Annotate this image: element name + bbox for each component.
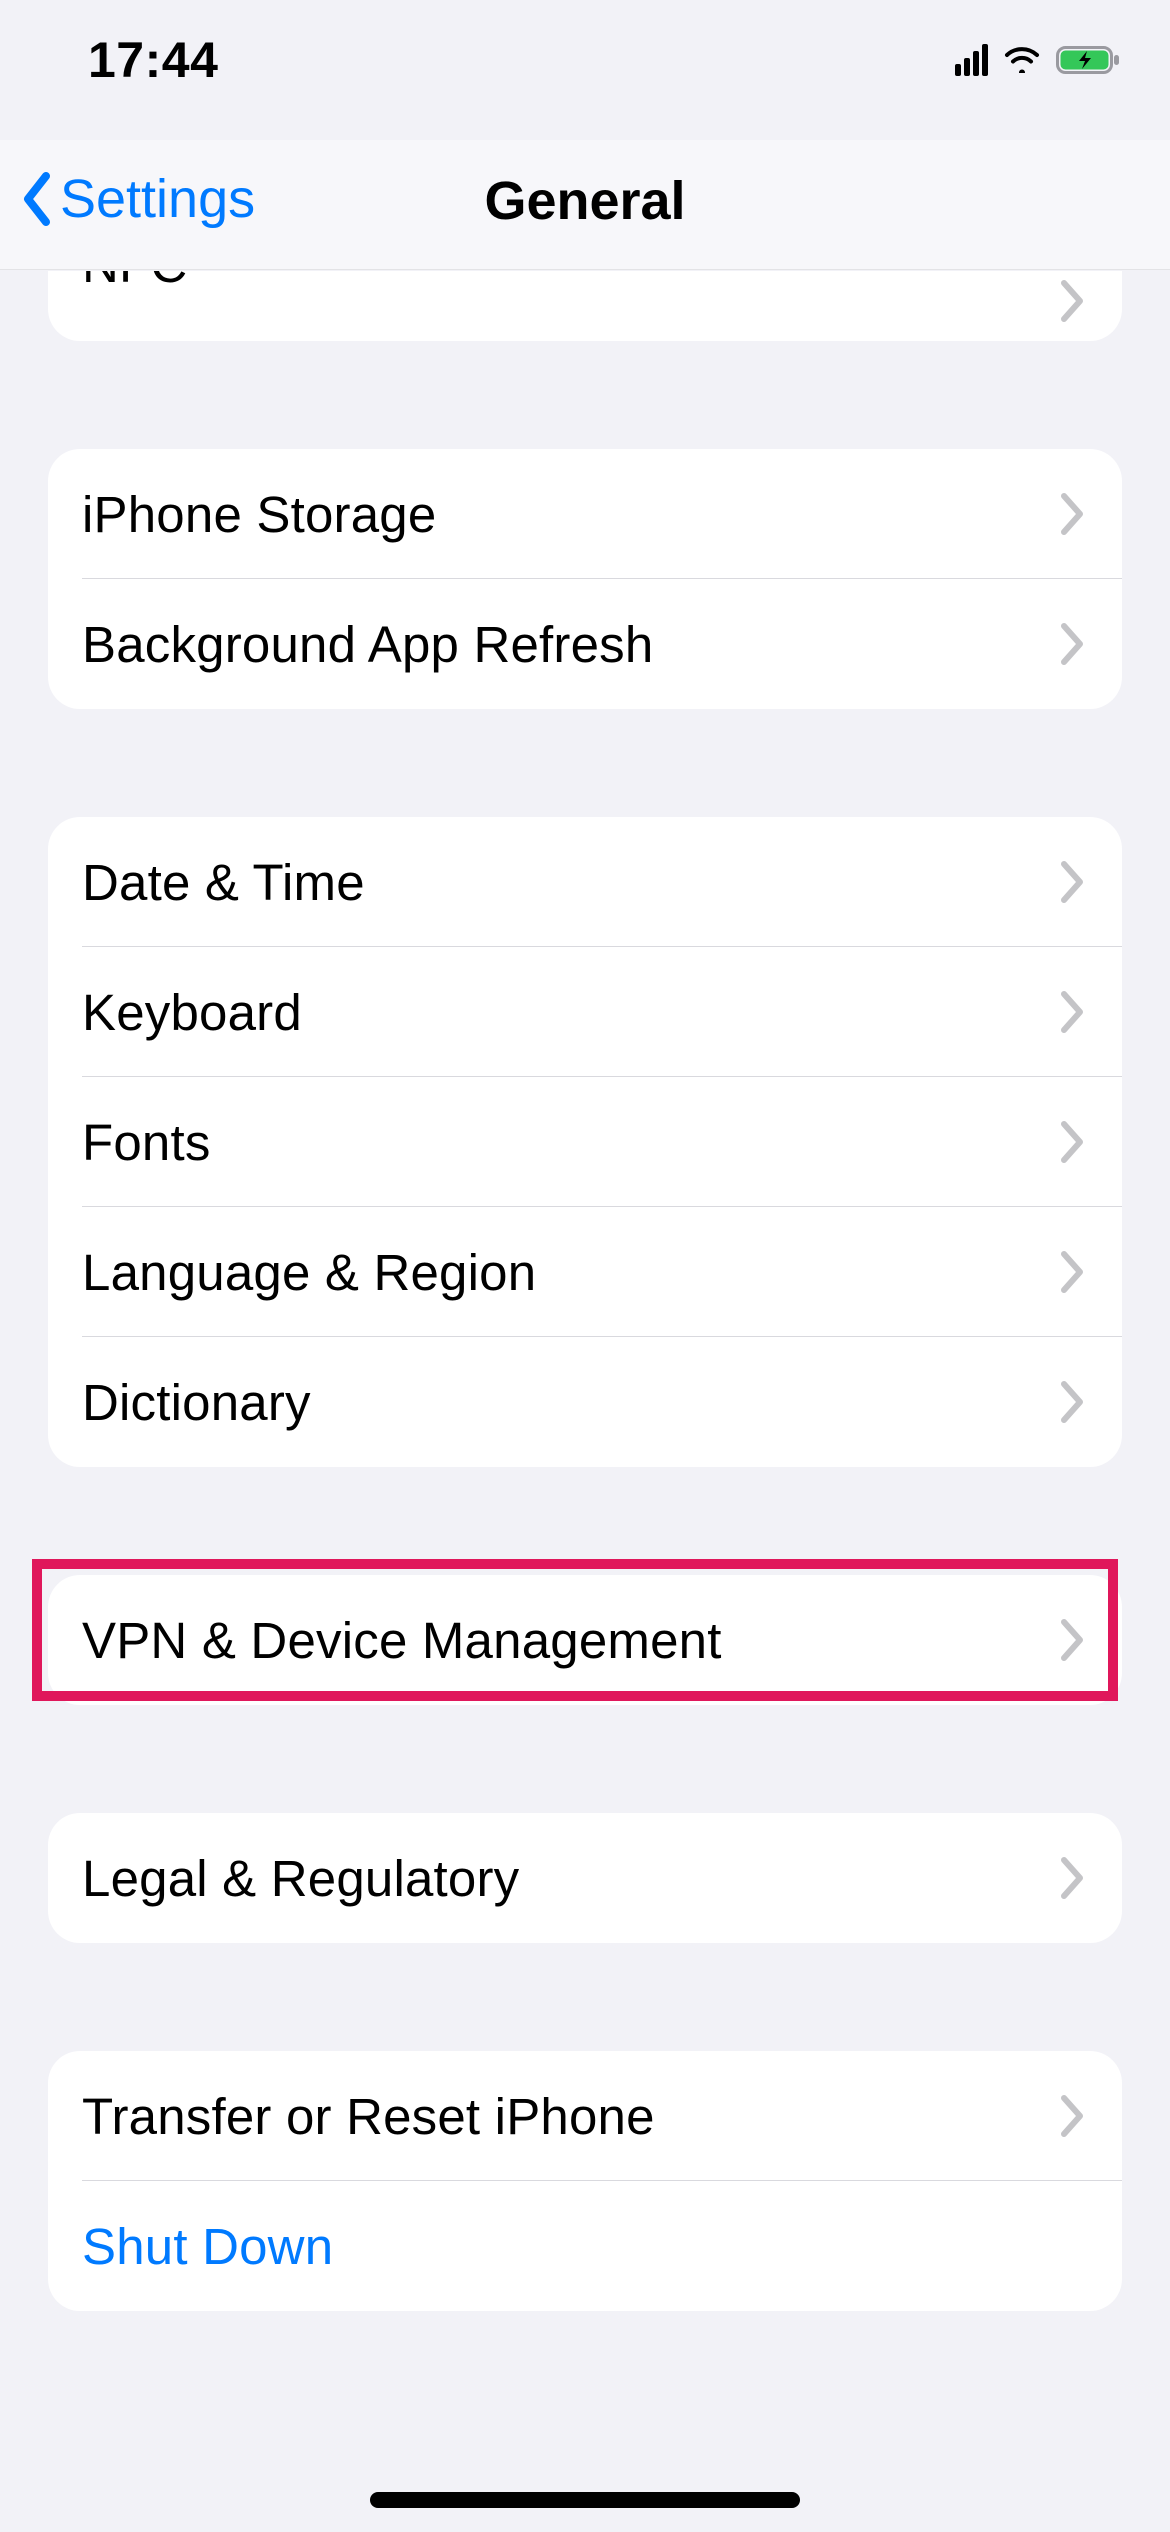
- chevron-right-icon: [1060, 860, 1086, 904]
- chevron-right-icon: [1060, 1856, 1086, 1900]
- row-label: Shut Down: [82, 2217, 333, 2276]
- row-label: Fonts: [82, 1113, 211, 1172]
- settings-group-peek: NFC: [48, 271, 1122, 341]
- chevron-right-icon: [1060, 1120, 1086, 1164]
- chevron-right-icon: [1060, 990, 1086, 1034]
- settings-list[interactable]: NFC iPhone Storage Background App Refres…: [0, 271, 1170, 2532]
- row-iphone-storage[interactable]: iPhone Storage: [48, 449, 1122, 579]
- wifi-icon: [1002, 43, 1042, 78]
- row-label: NFC: [82, 271, 187, 294]
- row-label: Background App Refresh: [82, 615, 653, 674]
- chevron-right-icon: [1060, 1250, 1086, 1294]
- row-nfc[interactable]: NFC: [48, 271, 1122, 341]
- chevron-right-icon: [1060, 622, 1086, 666]
- row-label: VPN & Device Management: [82, 1611, 722, 1670]
- settings-group: VPN & Device Management: [48, 1575, 1122, 1705]
- row-transfer-reset[interactable]: Transfer or Reset iPhone: [48, 2051, 1122, 2181]
- cellular-icon: [955, 44, 988, 76]
- chevron-right-icon: [1060, 492, 1086, 536]
- row-label: Date & Time: [82, 853, 365, 912]
- settings-group: Transfer or Reset iPhone Shut Down: [48, 2051, 1122, 2311]
- battery-charging-icon: [1056, 45, 1120, 75]
- settings-group: Legal & Regulatory: [48, 1813, 1122, 1943]
- page-title: General: [0, 170, 1170, 232]
- chevron-right-icon: [1060, 2094, 1086, 2138]
- chevron-right-icon: [1060, 1618, 1086, 1662]
- nav-bar: Settings General: [0, 140, 1170, 270]
- row-fonts[interactable]: Fonts: [48, 1077, 1122, 1207]
- row-label: Transfer or Reset iPhone: [82, 2087, 655, 2146]
- settings-group: iPhone Storage Background App Refresh: [48, 449, 1122, 709]
- row-label: Keyboard: [82, 983, 302, 1042]
- row-language-region[interactable]: Language & Region: [48, 1207, 1122, 1337]
- row-label: Legal & Regulatory: [82, 1849, 519, 1908]
- status-bar: 17:44: [0, 0, 1170, 100]
- status-time: 17:44: [88, 31, 218, 89]
- row-label: iPhone Storage: [82, 485, 436, 544]
- chevron-right-icon: [1060, 1380, 1086, 1424]
- row-shut-down[interactable]: Shut Down: [48, 2181, 1122, 2311]
- row-background-app-refresh[interactable]: Background App Refresh: [48, 579, 1122, 709]
- row-date-time[interactable]: Date & Time: [48, 817, 1122, 947]
- row-legal-regulatory[interactable]: Legal & Regulatory: [48, 1813, 1122, 1943]
- row-label: Dictionary: [82, 1373, 311, 1432]
- status-indicators: [955, 43, 1120, 78]
- home-indicator[interactable]: [370, 2492, 800, 2508]
- chevron-right-icon: [1060, 279, 1086, 323]
- row-keyboard[interactable]: Keyboard: [48, 947, 1122, 1077]
- row-label: Language & Region: [82, 1243, 536, 1302]
- row-vpn-device-management[interactable]: VPN & Device Management: [48, 1575, 1122, 1705]
- settings-group: Date & Time Keyboard Fonts Language & Re…: [48, 817, 1122, 1467]
- row-dictionary[interactable]: Dictionary: [48, 1337, 1122, 1467]
